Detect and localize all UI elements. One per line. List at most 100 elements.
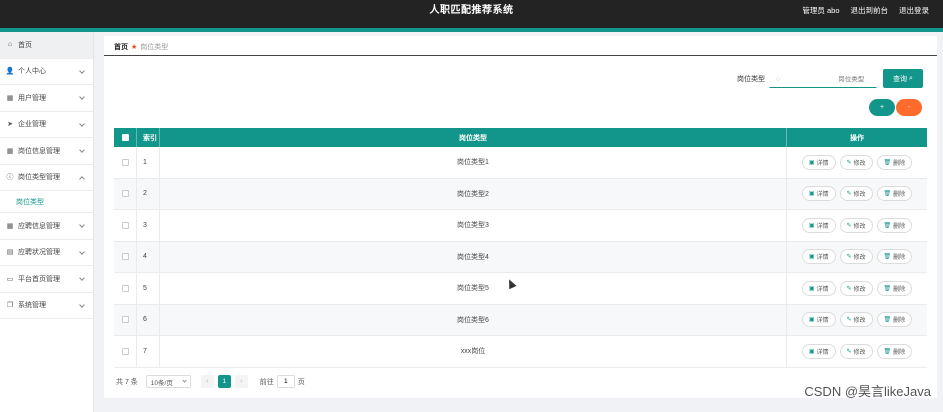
delete-button[interactable]: - xyxy=(896,99,922,116)
sidebar-item-platform-home-management[interactable]: ▭ 平台首页管理 xyxy=(0,266,93,293)
document-icon: ▣ xyxy=(808,222,815,229)
watermark: CSDN @昊言likeJava xyxy=(804,384,931,399)
edit-label: 修改 xyxy=(853,349,866,356)
edit-button[interactable]: ✎ 修改 xyxy=(839,312,873,328)
sidebar-item-label: 首页 xyxy=(18,41,32,49)
send-icon: ➤ xyxy=(7,121,13,129)
chevron-down-icon xyxy=(79,94,85,100)
checkbox[interactable] xyxy=(121,158,129,166)
row-delete-button[interactable]: 🗑 删除 xyxy=(876,154,913,170)
detail-button[interactable]: ▣ 详情 xyxy=(801,343,836,359)
edit-button[interactable]: ✎ 修改 xyxy=(839,217,873,233)
exit-dashboard-link[interactable]: 退出到前台 xyxy=(851,0,889,22)
sidebar: ⌂ 首页 👤 个人中心 ▦ 用户管理 ➤ 企业管理 ▦ 岗位信息管理 ⓘ 岗位类… xyxy=(0,32,94,412)
cell-job-type: xxx岗位 xyxy=(160,336,787,367)
logout-link[interactable]: 退出登录 xyxy=(899,0,929,22)
sidebar-item-application-info-management[interactable]: ▦ 应聘信息管理 xyxy=(0,213,93,240)
page-number-current[interactable]: 1 xyxy=(217,375,231,388)
detail-button[interactable]: ▣ 详情 xyxy=(801,217,836,233)
search-label: 岗位类型 xyxy=(737,76,765,83)
chevron-down-icon xyxy=(79,67,85,74)
row-select[interactable] xyxy=(114,210,137,241)
detail-label: 详情 xyxy=(816,160,829,167)
row-select[interactable] xyxy=(114,304,137,335)
sidebar-item-job-info-management[interactable]: ▦ 岗位信息管理 xyxy=(0,138,93,165)
row-select[interactable] xyxy=(114,178,137,209)
sidebar-item-label: 应聘状况管理 xyxy=(18,249,60,257)
delete-label: 删除 xyxy=(893,160,906,167)
goto-page: 前往 页 xyxy=(260,375,305,388)
search-input[interactable] xyxy=(784,75,865,83)
search-button[interactable]: 查询 ⌕ xyxy=(883,69,923,88)
row-delete-button[interactable]: 🗑 删除 xyxy=(876,217,913,233)
detail-button[interactable]: ▣ 详情 xyxy=(801,154,836,170)
detail-label: 详情 xyxy=(816,223,829,230)
detail-button[interactable]: ▣ 详情 xyxy=(801,312,836,328)
checkbox[interactable] xyxy=(121,316,129,324)
row-delete-button[interactable]: 🗑 删除 xyxy=(876,280,913,296)
header-select-all[interactable] xyxy=(114,128,137,147)
edit-button[interactable]: ✎ 修改 xyxy=(839,249,873,265)
detail-label: 详情 xyxy=(816,192,829,199)
sidebar-item-personal-center[interactable]: 👤 个人中心 xyxy=(0,59,93,85)
header-index: 索引 xyxy=(137,128,160,147)
checkbox[interactable] xyxy=(121,253,129,261)
cell-operations: ▣ 详情 ✎ 修改 🗑 删除 xyxy=(787,210,927,241)
checkbox[interactable] xyxy=(121,284,129,292)
grid-icon: ▦ xyxy=(6,147,14,155)
sidebar-item-company-management[interactable]: ➤ 企业管理 xyxy=(0,112,93,138)
checkbox[interactable] xyxy=(121,221,129,229)
row-select[interactable] xyxy=(114,336,137,367)
sidebar-item-application-status-management[interactable]: ▤ 应聘状况管理 xyxy=(0,240,93,266)
cell-operations: ▣ 详情 ✎ 修改 🗑 删除 xyxy=(787,242,927,273)
detail-button[interactable]: ▣ 详情 xyxy=(801,249,836,265)
trash-icon: 🗑 xyxy=(883,222,892,229)
edit-button[interactable]: ✎ 修改 xyxy=(839,154,873,170)
search-row: 岗位类型 ○ 查询 ⌕ xyxy=(104,69,937,88)
sidebar-item-user-management[interactable]: ▦ 用户管理 xyxy=(0,85,93,112)
delete-label: 删除 xyxy=(893,223,906,230)
cell-index: 5 xyxy=(137,273,160,304)
user-icon: 👤 xyxy=(5,68,15,76)
row-select[interactable] xyxy=(114,273,137,304)
page-size-select[interactable]: 10条/页 xyxy=(145,375,191,388)
checkbox[interactable] xyxy=(121,347,129,355)
table-row: 3 岗位类型3 ▣ 详情 ✎ 修改 🗑 删除 xyxy=(114,210,927,242)
row-select[interactable] xyxy=(114,147,137,178)
table-row: 1 岗位类型1 ▣ 详情 ✎ 修改 🗑 删除 xyxy=(114,147,927,179)
sidebar-subitem-job-type[interactable]: 岗位类型 xyxy=(0,191,93,213)
star-icon: ★ xyxy=(131,44,138,51)
chevron-down-icon xyxy=(79,222,85,228)
breadcrumb-divider xyxy=(104,55,937,56)
goto-page-input[interactable] xyxy=(276,375,295,388)
checkbox[interactable] xyxy=(121,134,129,141)
breadcrumb-home[interactable]: 首页 xyxy=(114,42,128,52)
row-delete-button[interactable]: 🗑 删除 xyxy=(876,249,913,265)
detail-button[interactable]: ▣ 详情 xyxy=(801,186,836,202)
edit-button[interactable]: ✎ 修改 xyxy=(839,280,873,296)
row-select[interactable] xyxy=(114,241,137,272)
sidebar-item-job-type-management[interactable]: ⓘ 岗位类型管理 xyxy=(0,165,93,191)
chevron-down-icon xyxy=(79,275,85,281)
search-button-label: 查询 xyxy=(893,75,908,83)
next-page-button[interactable]: › xyxy=(234,375,248,388)
edit-label: 修改 xyxy=(853,318,866,325)
table-row: 5 岗位类型5 ▣ 详情 ✎ 修改 🗑 删除 xyxy=(114,273,927,305)
add-button[interactable]: + xyxy=(869,99,895,116)
monitor-icon: ▭ xyxy=(6,275,14,283)
checkbox[interactable] xyxy=(121,190,129,198)
sidebar-item-home[interactable]: ⌂ 首页 xyxy=(0,32,93,59)
edit-button[interactable]: ✎ 修改 xyxy=(839,186,873,202)
row-delete-button[interactable]: 🗑 删除 xyxy=(876,343,913,359)
detail-button[interactable]: ▣ 详情 xyxy=(801,280,836,296)
cell-operations: ▣ 详情 ✎ 修改 🗑 删除 xyxy=(787,273,927,304)
pagination: 共 7 条 10条/页 ‹ 1 › 前往 页 xyxy=(116,375,305,388)
pencil-icon: ✎ xyxy=(846,348,852,355)
edit-button[interactable]: ✎ 修改 xyxy=(839,343,873,359)
header-job-type: 岗位类型 xyxy=(160,128,787,147)
row-delete-button[interactable]: 🗑 删除 xyxy=(876,312,913,328)
prev-page-button[interactable]: ‹ xyxy=(200,375,214,388)
table-row: 6 岗位类型6 ▣ 详情 ✎ 修改 🗑 删除 xyxy=(114,304,927,336)
row-delete-button[interactable]: 🗑 删除 xyxy=(876,186,913,202)
sidebar-item-system-management[interactable]: ❐ 系统管理 xyxy=(0,293,93,319)
